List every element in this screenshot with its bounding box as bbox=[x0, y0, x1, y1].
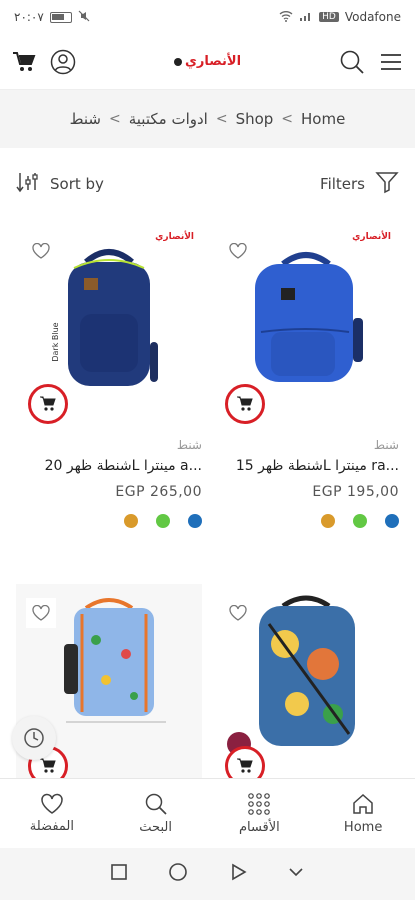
breadcrumb-item-category[interactable]: ادوات مكتبية bbox=[129, 110, 208, 128]
product-price: EGP 195,00 bbox=[312, 484, 399, 500]
heart-icon bbox=[229, 243, 247, 259]
swatch-blue[interactable] bbox=[188, 514, 202, 528]
nav-categories[interactable]: الأقسام bbox=[214, 792, 304, 835]
favorite-button[interactable] bbox=[26, 236, 56, 266]
sort-icon bbox=[16, 170, 40, 198]
app-header: الأنصاري bbox=[0, 34, 415, 90]
product-category[interactable]: شنط bbox=[16, 438, 206, 452]
search-icon bbox=[145, 793, 167, 815]
battery-icon bbox=[49, 11, 72, 23]
status-time: ٢٠:٠٧ bbox=[14, 10, 44, 24]
brand-badge: الأنصاري bbox=[155, 232, 194, 242]
nav-home[interactable]: Home bbox=[318, 792, 408, 835]
cart-icon bbox=[237, 758, 253, 773]
cart-icon[interactable] bbox=[12, 51, 36, 73]
favorite-button[interactable] bbox=[223, 598, 253, 628]
status-bar: ٢٠:٠٧ HD Vodafone bbox=[0, 0, 415, 34]
nav-search-label: البحث bbox=[139, 820, 172, 835]
filters-button[interactable]: Filters bbox=[320, 170, 399, 198]
product-card[interactable]: الأنصاري شنط شنطة ظهر 15L مينترا ra... E… bbox=[213, 222, 403, 528]
filter-funnel-icon bbox=[375, 170, 399, 198]
brand-badge: الأنصاري bbox=[352, 232, 391, 242]
wifi-icon bbox=[279, 10, 293, 25]
product-card[interactable]: Dark Blue الأنصاري شنط شنطة ظهر 20L مينت… bbox=[16, 222, 206, 528]
nav-categories-label: الأقسام bbox=[238, 820, 280, 835]
breadcrumb: شنط < ادوات مكتبية < Shop < Home bbox=[0, 90, 415, 148]
recents-square-icon[interactable] bbox=[110, 863, 128, 885]
breadcrumb-separator: < bbox=[215, 111, 228, 127]
breadcrumb-item-shop[interactable]: Shop bbox=[236, 110, 274, 128]
color-swatches bbox=[16, 514, 206, 528]
search-icon[interactable] bbox=[339, 49, 365, 75]
signal-icon bbox=[299, 10, 313, 25]
swatch-green[interactable] bbox=[353, 514, 367, 528]
account-icon[interactable] bbox=[50, 49, 76, 75]
breadcrumb-item-current: شنط bbox=[69, 110, 101, 128]
swatch-blue[interactable] bbox=[385, 514, 399, 528]
home-icon bbox=[353, 793, 373, 814]
logo-text: الأنصاري bbox=[184, 54, 242, 69]
breadcrumb-separator: < bbox=[281, 111, 294, 127]
back-triangle-icon[interactable] bbox=[229, 863, 247, 885]
nav-favorites-label: المفضلة bbox=[29, 819, 74, 834]
add-to-cart-button[interactable] bbox=[225, 384, 265, 424]
filters-label: Filters bbox=[320, 175, 365, 193]
breadcrumb-item-home[interactable]: Home bbox=[301, 110, 345, 128]
swatch-orange[interactable] bbox=[124, 514, 138, 528]
product-category[interactable]: شنط bbox=[213, 438, 403, 452]
favorite-button[interactable] bbox=[26, 598, 56, 628]
nav-home-label: Home bbox=[343, 820, 383, 835]
product-price: EGP 265,00 bbox=[115, 484, 202, 500]
heart-icon bbox=[32, 243, 50, 259]
sort-label: Sort by bbox=[50, 175, 104, 193]
cart-icon bbox=[40, 758, 56, 773]
system-nav-bar bbox=[0, 848, 415, 900]
favorite-button[interactable] bbox=[223, 236, 253, 266]
app-logo[interactable]: الأنصاري bbox=[173, 54, 242, 69]
mute-icon bbox=[78, 10, 90, 25]
logo-mark-icon bbox=[173, 57, 182, 66]
sort-button[interactable]: Sort by bbox=[16, 170, 104, 198]
cart-icon bbox=[40, 396, 56, 411]
hd-badge: HD bbox=[319, 12, 339, 22]
product-image[interactable]: الأنصاري bbox=[213, 222, 399, 432]
breadcrumb-separator: < bbox=[109, 111, 121, 127]
product-image[interactable]: Dark Blue الأنصاري bbox=[16, 222, 202, 432]
grid-icon bbox=[248, 793, 271, 815]
nav-favorites[interactable]: المفضلة bbox=[7, 793, 97, 834]
carrier-name: Vodafone bbox=[344, 10, 401, 24]
heart-icon bbox=[41, 793, 63, 814]
listing-toolbar: Sort by Filters bbox=[0, 160, 415, 208]
swatch-green[interactable] bbox=[156, 514, 170, 528]
clock-icon bbox=[24, 728, 44, 748]
heart-icon bbox=[32, 605, 50, 621]
bottom-nav: المفضلة البحث الأقسام Home bbox=[0, 778, 415, 848]
menu-icon[interactable] bbox=[379, 52, 403, 72]
color-swatches bbox=[213, 514, 403, 528]
add-to-cart-button[interactable] bbox=[28, 384, 68, 424]
product-name[interactable]: شنطة ظهر 15L مينترا ra... bbox=[213, 458, 403, 474]
product-name[interactable]: شنطة ظهر 20L مينترا a... bbox=[16, 458, 206, 474]
recently-viewed-button[interactable] bbox=[12, 716, 56, 760]
cart-icon bbox=[237, 396, 253, 411]
nav-search[interactable]: البحث bbox=[111, 792, 201, 835]
color-label: Dark Blue bbox=[51, 322, 60, 361]
chevron-down-icon[interactable] bbox=[287, 863, 305, 885]
home-circle-icon[interactable] bbox=[168, 862, 188, 886]
heart-icon bbox=[229, 605, 247, 621]
swatch-orange[interactable] bbox=[321, 514, 335, 528]
